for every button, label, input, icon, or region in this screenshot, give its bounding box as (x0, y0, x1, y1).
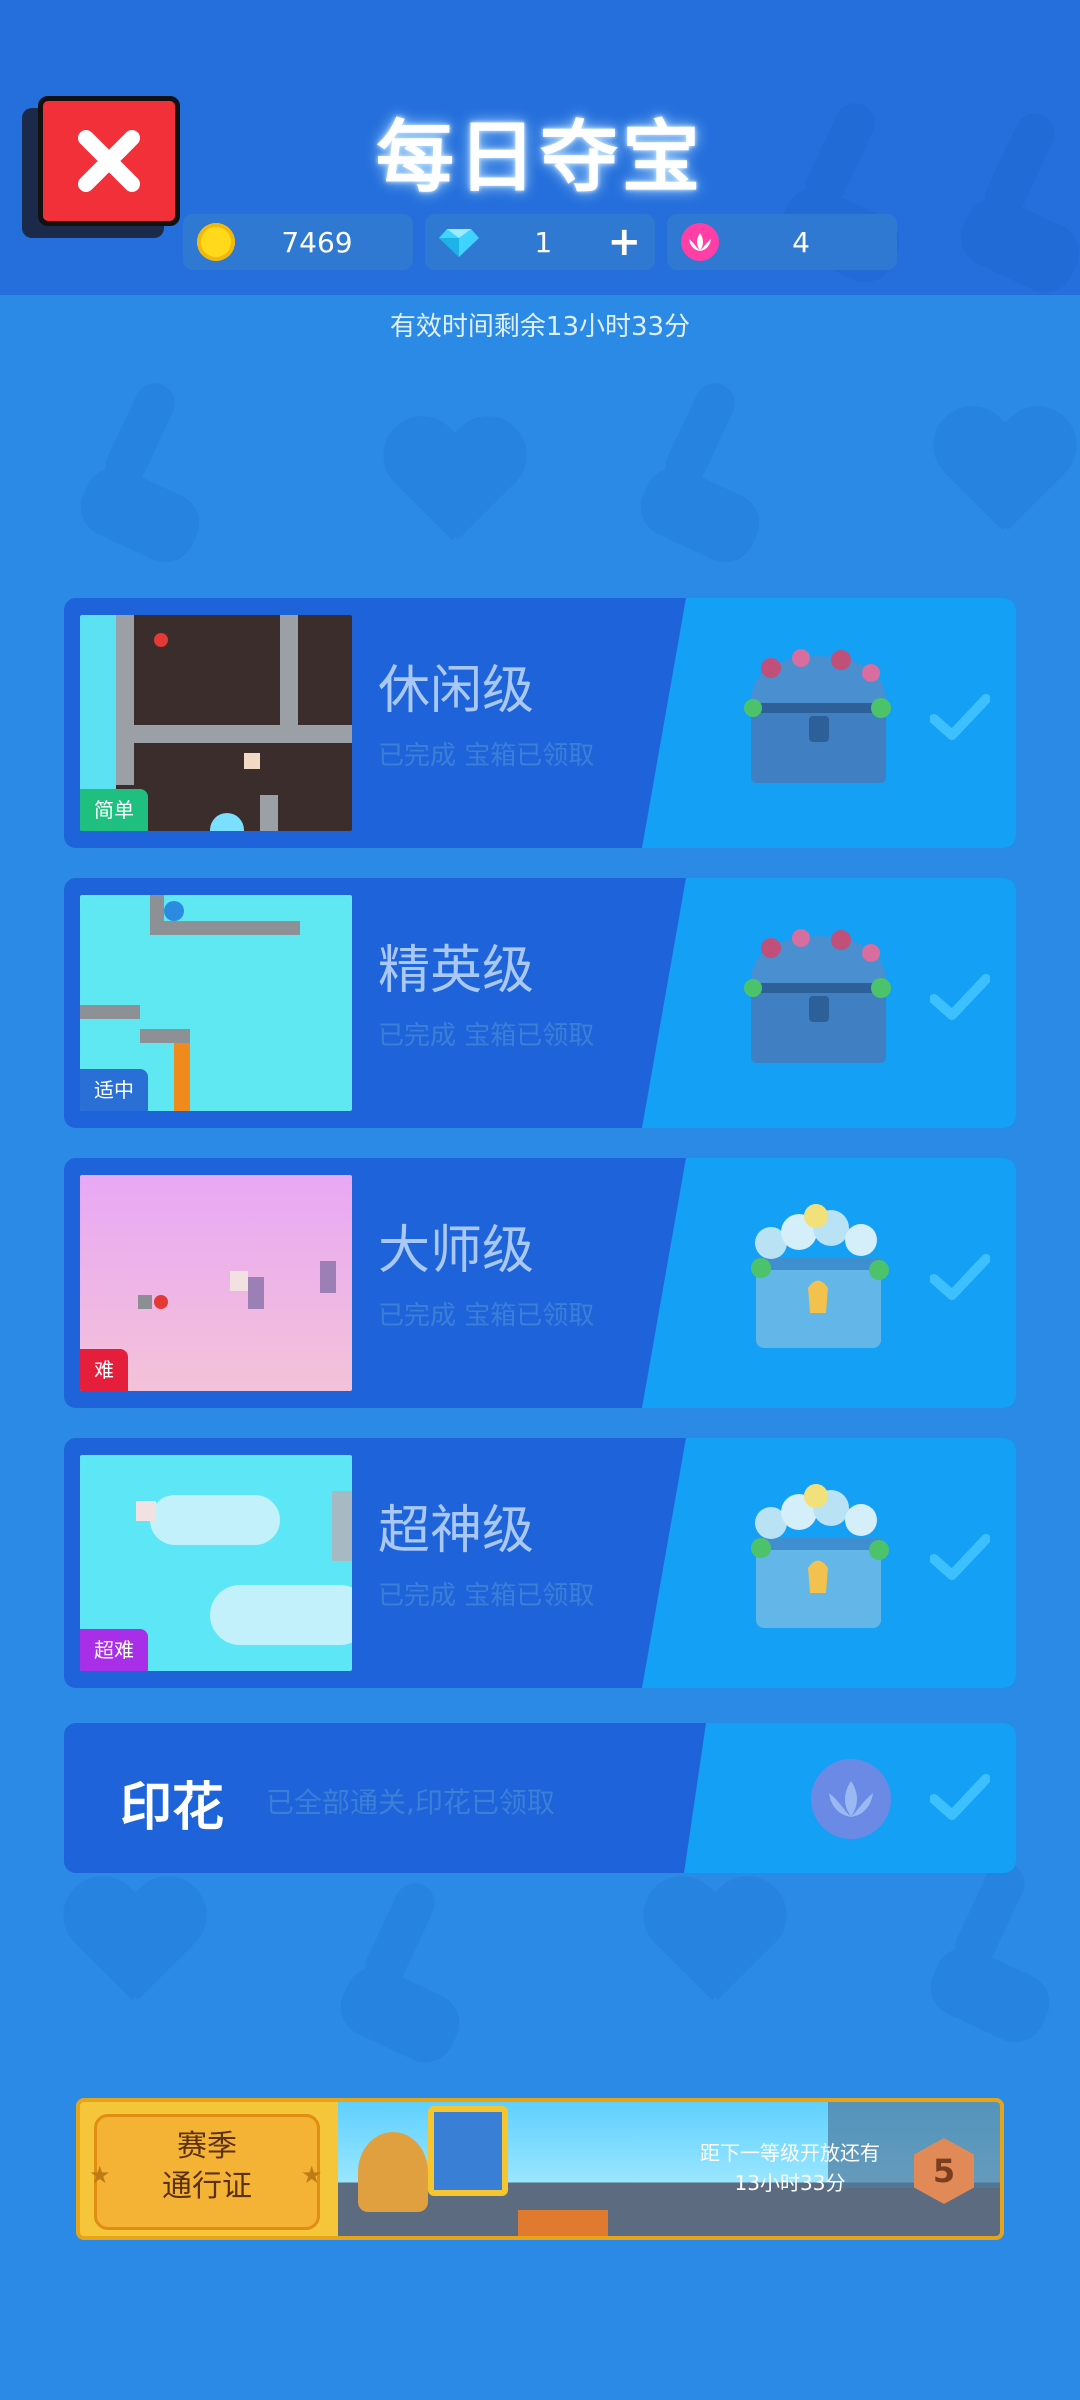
check-icon (930, 694, 990, 740)
treasure-chest-icon (744, 929, 891, 1063)
page-title: 每日夺宝 (375, 113, 704, 203)
coin-counter: 7469 (183, 214, 413, 270)
difficulty-badge: 超难 (80, 1629, 148, 1671)
level-title: 休闲级 (378, 661, 535, 721)
level-status: 已完成 宝箱已领取 (378, 1021, 595, 1051)
level-card-elite[interactable]: 适中 精英级 已完成 宝箱已领取 (64, 878, 1016, 1128)
level-status: 已完成 宝箱已领取 (378, 741, 595, 771)
season-pass-label: 赛季 (177, 2129, 237, 2164)
level-title: 超神级 (378, 1501, 535, 1561)
coin-icon (197, 223, 235, 261)
level-thumbnail: 适中 (80, 895, 352, 1111)
background-heart-icon (930, 410, 1080, 550)
check-icon (930, 1254, 990, 1300)
add-gems-button[interactable]: + (607, 222, 641, 262)
level-card-master[interactable]: 难 大师级 已完成 宝箱已领取 (64, 1158, 1016, 1408)
background-hat-icon (80, 380, 200, 560)
treasure-chest-icon (751, 1484, 889, 1628)
level-card-godlike[interactable]: 超难 超神级 已完成 宝箱已领取 (64, 1438, 1016, 1688)
diamond-icon (439, 229, 479, 257)
difficulty-badge: 难 (80, 1349, 128, 1391)
difficulty-badge: 适中 (80, 1069, 148, 1111)
treasure-chest-icon (744, 649, 891, 783)
treasure-chest-icon (751, 1204, 889, 1348)
level-status: 已完成 宝箱已领取 (378, 1301, 595, 1331)
background-hat-icon (340, 1880, 460, 2060)
lotus-icon (811, 1759, 891, 1839)
difficulty-badge: 简单 (80, 789, 148, 831)
lotus-icon (681, 223, 719, 261)
level-card-casual[interactable]: 简单 休闲级 已完成 宝箱已领取 (64, 598, 1016, 848)
gem-value: 1 (534, 225, 553, 259)
background-heart-icon (380, 420, 530, 560)
season-pass-label: 通行证 (162, 2169, 252, 2204)
time-remaining: 有效时间剩余13小时33分 (389, 312, 691, 342)
check-icon (930, 1774, 990, 1820)
check-icon (930, 1534, 990, 1580)
background-hat-icon (930, 1860, 1050, 2040)
level-status: 已完成 宝箱已领取 (378, 1581, 595, 1611)
level-thumbnail: 难 (80, 1175, 352, 1391)
stamp-status: 已全部通关,印花已领取 (266, 1786, 555, 1819)
level-thumbnail: 简单 (80, 615, 352, 831)
background-hat-icon (640, 380, 760, 560)
gem-counter: 1 + (425, 214, 655, 270)
background-heart-icon (640, 1880, 790, 2020)
level-thumbnail: 超难 (80, 1455, 352, 1671)
check-icon (930, 974, 990, 1020)
star-icon: ★ (301, 2161, 323, 2189)
coin-value: 7469 (281, 225, 353, 259)
stamp-counter: 4 (667, 214, 897, 270)
season-pass-ticket: 赛季 通行证 ★ ★ (89, 2114, 323, 2230)
star-icon: ★ (89, 2161, 111, 2189)
background-heart-icon (60, 1880, 210, 2020)
stamp-title: 印花 (120, 1778, 225, 1838)
level-title: 大师级 (378, 1221, 535, 1281)
header: 每日夺宝 7469 1 + 4 (0, 0, 1080, 295)
stamp-value: 4 (792, 225, 810, 259)
stamp-card[interactable]: 印花 已全部通关,印花已领取 (64, 1723, 1016, 1873)
level-title: 精英级 (378, 941, 535, 1001)
season-pass-info: 距下一等级开放还有 (700, 2141, 880, 2165)
season-pass-timer: 13小时33分 (734, 2171, 846, 2195)
season-pass-banner[interactable]: 赛季 通行证 ★ ★ 距下一等级开放还有 13小时33分 5 (76, 2098, 1004, 2240)
